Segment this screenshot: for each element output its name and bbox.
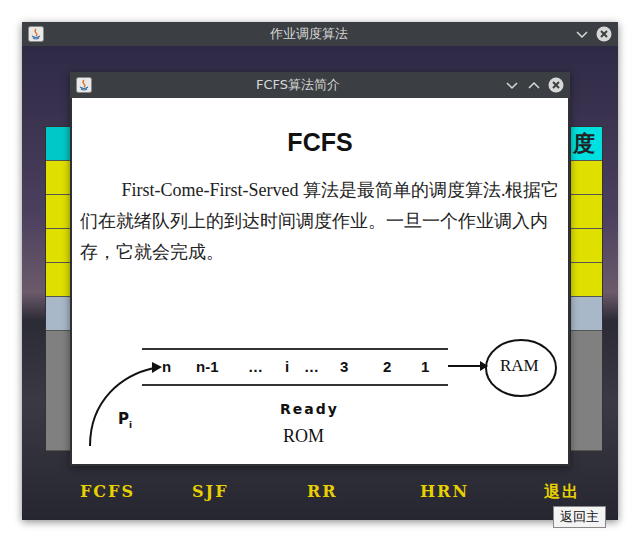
menu-label[interactable]: SJF	[192, 482, 228, 501]
rom-label: ROM	[283, 426, 324, 447]
grid-cell	[571, 297, 602, 331]
dialog-title-bar: FCFS算法简介	[70, 72, 570, 98]
back-button[interactable]: 返回主	[553, 506, 606, 528]
java-icon	[28, 26, 44, 42]
ready-label: Ready	[280, 401, 339, 417]
menu-label[interactable]: HRN	[420, 482, 469, 501]
queue-slot: i	[285, 358, 289, 375]
process-subscript: i	[129, 420, 132, 430]
close-icon[interactable]	[596, 26, 612, 42]
java-icon	[76, 77, 92, 93]
queue-slot: 1	[421, 358, 429, 375]
grid-cell: 度	[571, 127, 602, 161]
minimize-icon[interactable]	[504, 77, 520, 93]
menu-label[interactable]: 退出	[544, 482, 580, 503]
dialog-buttons	[504, 77, 564, 93]
minimize-icon[interactable]	[574, 26, 590, 42]
queue-slot: n-1	[196, 358, 219, 375]
grid-cell	[571, 195, 602, 229]
queue-slot: …	[248, 358, 263, 375]
grid-cell	[571, 331, 602, 451]
menu-label[interactable]: FCFS	[80, 482, 135, 501]
process-label: Pi	[118, 410, 132, 430]
grid-cell	[571, 229, 602, 263]
maximize-icon[interactable]	[526, 77, 542, 93]
ram-label: RAM	[500, 356, 539, 376]
queue-slot: 2	[383, 358, 391, 375]
grid-cell	[571, 263, 602, 297]
queue-slot: …	[304, 358, 319, 375]
menu-label[interactable]: RR	[307, 482, 338, 501]
process-name: P	[118, 410, 129, 428]
queue-slot: 3	[340, 358, 348, 375]
dialog-content: FCFSFirst-Come-First-Served 算法是最简单的调度算法.…	[70, 98, 570, 466]
close-icon[interactable]	[548, 77, 564, 93]
main-title-bar: 作业调度算法	[22, 22, 618, 46]
header-text: 度	[573, 129, 595, 159]
cell-column: 度	[570, 126, 603, 452]
grid-cell	[571, 161, 602, 195]
dialog-title: FCFS算法简介	[92, 76, 504, 94]
heading: FCFS	[72, 98, 568, 157]
window-buttons	[574, 26, 612, 42]
queue-slot: n	[162, 358, 171, 375]
description: First-Come-First-Served 算法是最简单的调度算法.根据它们…	[72, 157, 568, 268]
window-title: 作业调度算法	[44, 25, 574, 43]
fcfs-diagram: n n-1 … i … 3 2 1 RAM Ready ROM Pi	[72, 330, 568, 464]
dialog-window: FCFS算法简介 FCFSFirst-Come-First-Served 算法是最…	[70, 72, 570, 466]
